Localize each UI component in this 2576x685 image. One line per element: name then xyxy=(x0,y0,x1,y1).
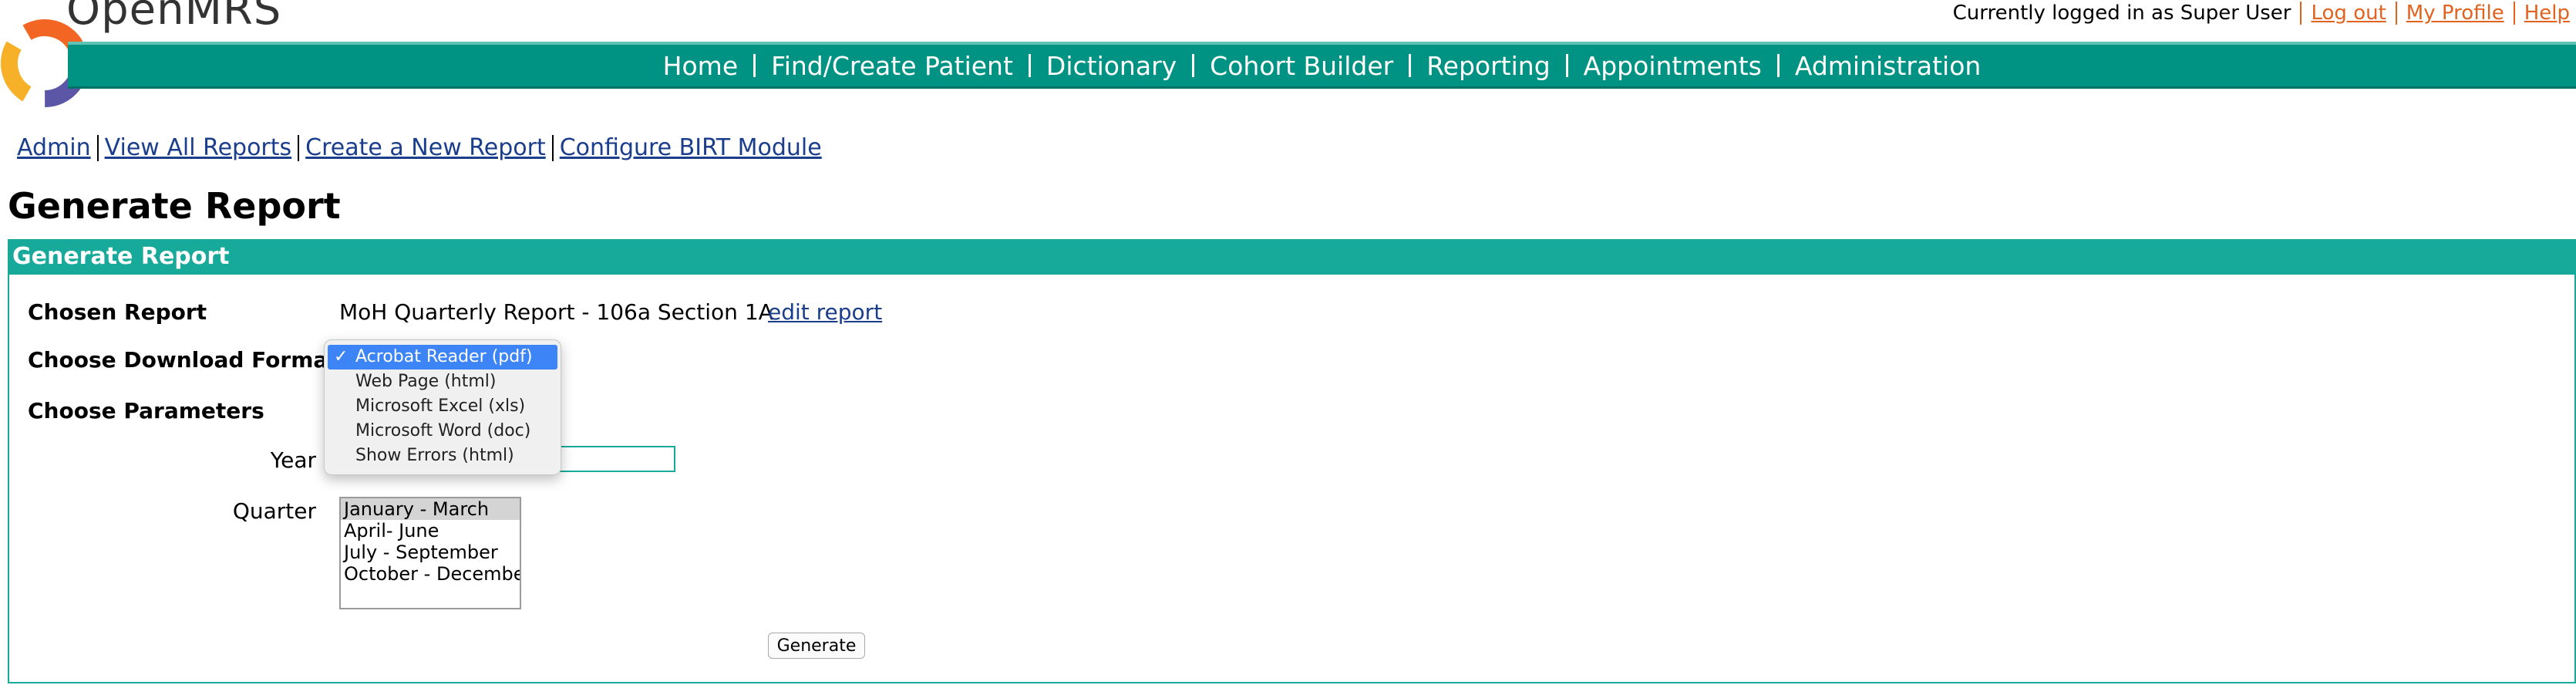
breadcrumb-separator xyxy=(96,134,99,161)
format-option-label: Acrobat Reader (pdf) xyxy=(355,347,533,366)
nav-reporting[interactable]: Reporting xyxy=(1411,51,1565,81)
nav-dictionary[interactable]: Dictionary xyxy=(1031,51,1192,81)
user-bar-separator xyxy=(2513,2,2515,25)
checkmark-icon: ✓ xyxy=(334,347,349,366)
quarter-listbox[interactable]: January - March April- June July - Septe… xyxy=(339,497,521,609)
help-link[interactable]: Help xyxy=(2524,2,2570,25)
generate-report-form xyxy=(8,275,2576,683)
brand-logo-text: OpenMRS xyxy=(66,0,282,35)
quarter-label: Quarter xyxy=(232,498,316,524)
create-new-report-link[interactable]: Create a New Report xyxy=(305,134,546,161)
logout-link[interactable]: Log out xyxy=(2311,2,2386,25)
quarter-option[interactable]: April- June xyxy=(341,520,520,542)
panel-header: Generate Report xyxy=(8,239,2576,275)
admin-link[interactable]: Admin xyxy=(17,134,91,161)
breadcrumb-separator xyxy=(551,134,554,161)
nav-home[interactable]: Home xyxy=(648,51,753,81)
format-option[interactable]: Web Page (html) xyxy=(325,369,561,394)
chosen-report-value: MoH Quarterly Report - 106a Section 1A xyxy=(339,299,773,325)
user-bar-separator xyxy=(2300,2,2302,25)
main-navbar: Home Find/Create Patient Dictionary Coho… xyxy=(68,42,2576,89)
generate-button[interactable]: Generate xyxy=(768,633,865,659)
download-format-label: Choose Download Format xyxy=(28,347,338,373)
view-all-reports-link[interactable]: View All Reports xyxy=(105,134,292,161)
parameters-label: Choose Parameters xyxy=(28,398,264,423)
nav-administration[interactable]: Administration xyxy=(1780,51,1996,81)
chosen-report-label: Chosen Report xyxy=(28,299,207,325)
format-option[interactable]: Microsoft Word (doc) xyxy=(325,419,561,444)
breadcrumb: Admin View All Reports Create a New Repo… xyxy=(17,134,822,161)
breadcrumb-separator xyxy=(298,134,300,161)
format-option-selected[interactable]: ✓ Acrobat Reader (pdf) xyxy=(328,345,557,369)
nav-cohort-builder[interactable]: Cohort Builder xyxy=(1194,51,1409,81)
quarter-option[interactable]: January - March xyxy=(341,498,520,520)
edit-report-link[interactable]: edit report xyxy=(768,299,882,325)
user-bar-separator xyxy=(2395,2,2397,25)
my-profile-link[interactable]: My Profile xyxy=(2406,2,2504,25)
user-bar: Currently logged in as Super User Log ou… xyxy=(1953,2,2570,25)
nav-appointments[interactable]: Appointments xyxy=(1568,51,1777,81)
format-option[interactable]: Microsoft Excel (xls) xyxy=(325,394,561,419)
download-format-dropdown[interactable]: ✓ Acrobat Reader (pdf) Web Page (html) M… xyxy=(324,339,561,475)
quarter-option[interactable]: July - September xyxy=(341,542,520,563)
nav-find-create-patient[interactable]: Find/Create Patient xyxy=(756,51,1029,81)
login-status: Currently logged in as Super User xyxy=(1952,2,2291,25)
configure-birt-module-link[interactable]: Configure BIRT Module xyxy=(560,134,822,161)
page-title: Generate Report xyxy=(8,185,341,227)
format-option[interactable]: Show Errors (html) xyxy=(325,444,561,468)
year-label: Year xyxy=(270,447,316,473)
quarter-option[interactable]: October - December xyxy=(341,563,520,585)
